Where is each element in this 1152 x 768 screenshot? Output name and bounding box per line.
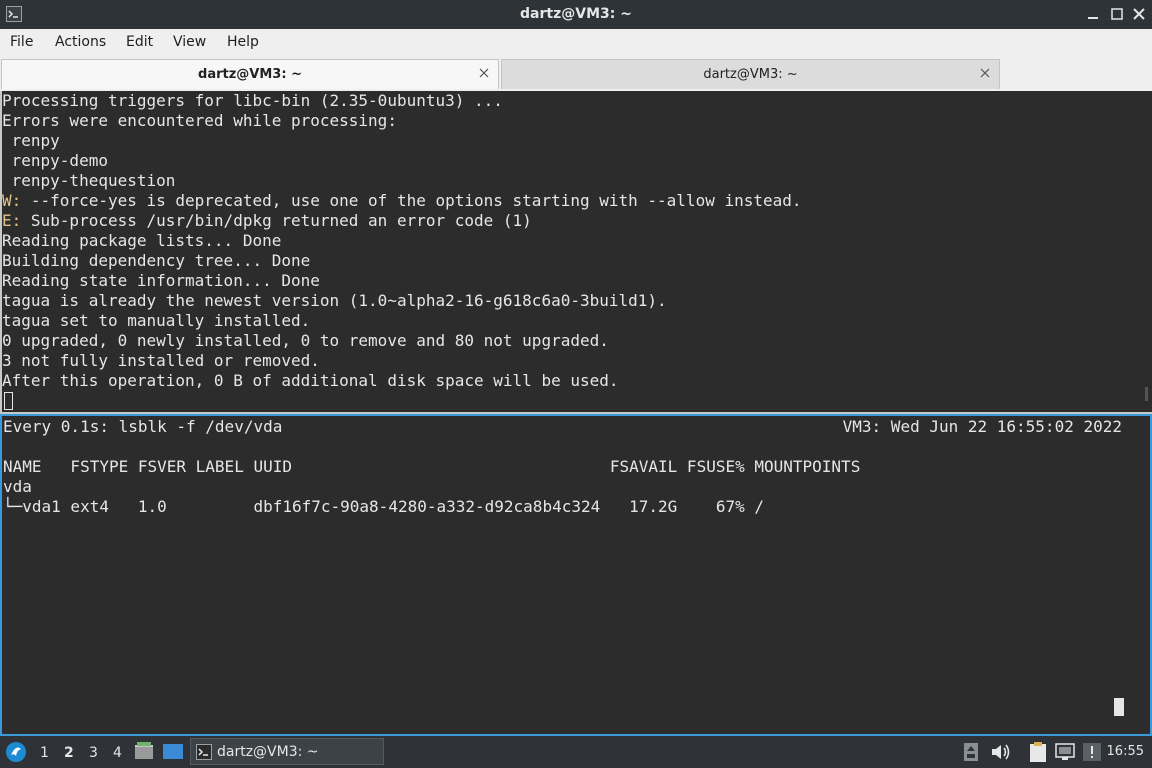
line-text: --force-yes is deprecated, use one of th… — [21, 191, 802, 210]
terminal-line: renpy-thequestion — [2, 171, 1152, 191]
line-text: After this operation, 0 B of additional … — [2, 371, 619, 390]
terminal-line: tagua set to manually installed. — [2, 311, 1152, 331]
terminal-line: Building dependency tree... Done — [2, 251, 1152, 271]
window-titlebar[interactable]: dartz@VM3: ~ — [0, 0, 1152, 29]
tab-close-icon[interactable] — [979, 67, 991, 79]
minimize-icon[interactable] — [1084, 5, 1102, 23]
window-title: dartz@VM3: ~ — [520, 6, 632, 22]
terminal-line: 3 not fully installed or removed. — [2, 351, 1152, 371]
task-terminal[interactable]: dartz@VM3: ~ — [190, 738, 384, 765]
message-prefix: E: — [2, 211, 22, 230]
watch-header-right: VM3: Wed Jun 22 16:55:02 2022 — [842, 417, 1122, 436]
close-icon[interactable] — [1130, 5, 1148, 23]
maximize-icon[interactable] — [1108, 5, 1126, 23]
terminal-line: renpy — [2, 131, 1152, 151]
menu-bar: File Actions Edit View Help — [0, 29, 1152, 58]
clock[interactable]: 16:55 — [1107, 744, 1144, 759]
line-text: 0 upgraded, 0 newly installed, 0 to remo… — [2, 331, 609, 350]
tab-label: dartz@VM3: ~ — [703, 67, 798, 82]
table-row: NAME FSTYPE FSVER LABEL UUID FSAVAIL FSU… — [3, 457, 861, 476]
menu-view[interactable]: View — [173, 34, 206, 50]
lsblk-output: NAME FSTYPE FSVER LABEL UUID FSAVAIL FSU… — [3, 457, 860, 517]
tab-bar: dartz@VM3: ~ dartz@VM3: ~ — [0, 57, 1152, 91]
network-icon[interactable] — [1055, 742, 1075, 762]
workspace-3[interactable]: 3 — [89, 745, 98, 761]
notification-icon[interactable] — [1083, 743, 1101, 761]
terminal-line: Errors were encountered while processing… — [2, 111, 1152, 131]
file-manager-icon[interactable] — [134, 742, 154, 762]
terminal-icon — [196, 744, 212, 760]
terminal-line: tagua is already the newest version (1.0… — [2, 291, 1152, 311]
terminal-cursor — [4, 392, 13, 410]
menu-edit[interactable]: Edit — [126, 34, 153, 50]
workspace-4[interactable]: 4 — [113, 745, 122, 761]
task-label: dartz@VM3: ~ — [217, 744, 319, 760]
terminal-line: Reading state information... Done — [2, 271, 1152, 291]
line-text: renpy-thequestion — [2, 171, 176, 190]
menu-actions[interactable]: Actions — [55, 34, 106, 50]
line-text: Errors were encountered while processing… — [2, 111, 397, 130]
volume-icon[interactable] — [990, 742, 1012, 762]
terminal-cursor — [1114, 698, 1124, 716]
workspace-1[interactable]: 1 — [40, 745, 49, 761]
line-text: renpy — [2, 131, 60, 150]
line-text: Reading package lists... Done — [2, 231, 282, 250]
line-text: Sub-process /usr/bin/dpkg returned an er… — [21, 211, 532, 230]
terminal-pane-bottom[interactable]: Every 0.1s: lsblk -f /dev/vda VM3: Wed J… — [0, 414, 1152, 736]
terminal-line: After this operation, 0 B of additional … — [2, 371, 1152, 391]
show-desktop-icon[interactable] — [163, 743, 183, 761]
update-notifier-icon[interactable] — [963, 742, 979, 762]
scrollbar[interactable] — [1145, 387, 1148, 401]
table-row: └─vda1 ext4 1.0 dbf16f7c-90a8-4280-a332-… — [3, 497, 764, 516]
line-text: renpy-demo — [2, 151, 108, 170]
workspace-2[interactable]: 2 — [64, 745, 74, 761]
start-menu-icon[interactable] — [5, 741, 27, 763]
table-row: vda — [3, 477, 32, 496]
line-text: Building dependency tree... Done — [2, 251, 311, 270]
tab-terminal-2[interactable]: dartz@VM3: ~ — [501, 59, 1000, 89]
tab-label: dartz@VM3: ~ — [198, 67, 302, 82]
terminal-output: Processing triggers for libc-bin (2.35-0… — [2, 91, 1152, 391]
line-text: Processing triggers for libc-bin (2.35-0… — [2, 91, 503, 110]
line-text: tagua is already the newest version (1.0… — [2, 291, 667, 310]
tab-terminal-1[interactable]: dartz@VM3: ~ — [1, 59, 499, 89]
terminal-line: W: --force-yes is deprecated, use one of… — [2, 191, 1152, 211]
terminal-line: E: Sub-process /usr/bin/dpkg returned an… — [2, 211, 1152, 231]
line-text: Reading state information... Done — [2, 271, 320, 290]
terminal-line: Processing triggers for libc-bin (2.35-0… — [2, 91, 1152, 111]
line-text: tagua set to manually installed. — [2, 311, 311, 330]
terminal-line: Reading package lists... Done — [2, 231, 1152, 251]
terminal-pane-top[interactable]: Processing triggers for libc-bin (2.35-0… — [0, 91, 1152, 412]
tab-close-icon[interactable] — [478, 67, 490, 79]
menu-help[interactable]: Help — [227, 34, 259, 50]
terminal-line: 0 upgraded, 0 newly installed, 0 to remo… — [2, 331, 1152, 351]
watch-header-left: Every 0.1s: lsblk -f /dev/vda — [3, 417, 283, 436]
taskbar: 1 2 3 4 dartz@VM3: ~ 16:55 — [0, 736, 1152, 768]
clipboard-icon[interactable] — [1027, 741, 1049, 763]
line-text: 3 not fully installed or removed. — [2, 351, 320, 370]
message-prefix: W: — [2, 191, 22, 210]
terminal-line: renpy-demo — [2, 151, 1152, 171]
menu-file[interactable]: File — [10, 34, 33, 50]
